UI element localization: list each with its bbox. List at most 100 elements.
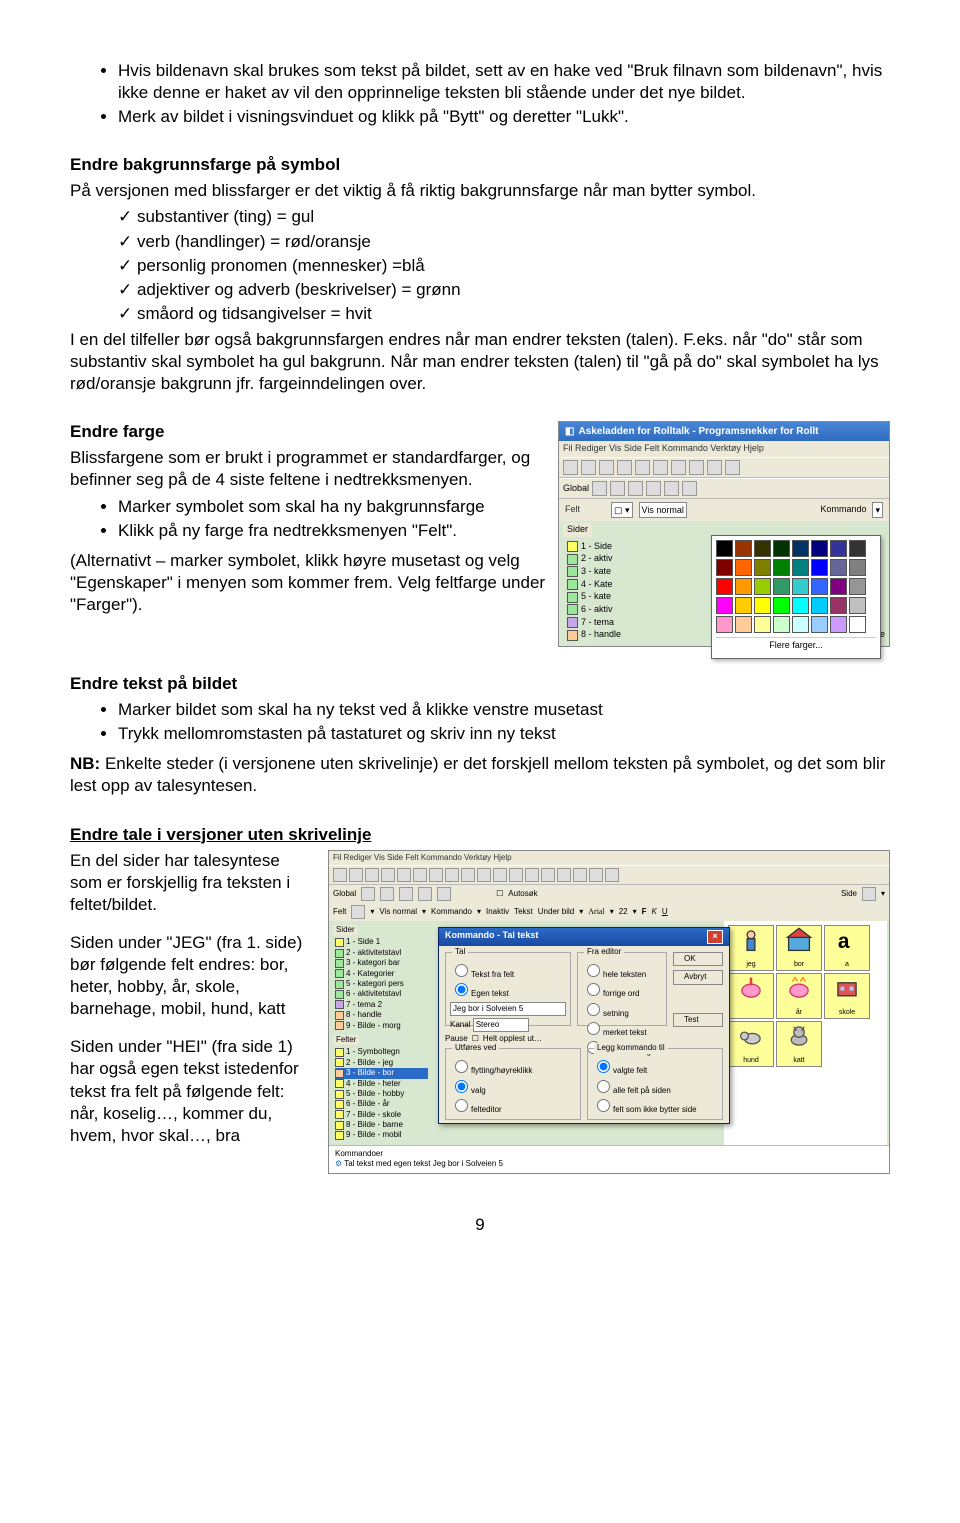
toolbar-btn[interactable] (689, 460, 704, 475)
radio-egen-tekst[interactable] (455, 983, 468, 996)
list-item[interactable]: 6 - aktiv (567, 604, 621, 616)
more-colors-button[interactable]: Flere farger... (716, 637, 876, 654)
menu-bar[interactable]: Fil Rediger Vis Side Felt Kommando Verkt… (329, 851, 889, 865)
global-row: Global ☐ Autosøk Side▾ (329, 885, 889, 903)
color-swatch[interactable] (773, 616, 790, 633)
color-swatch[interactable] (773, 559, 790, 576)
app-icon: ◧ (565, 425, 574, 438)
test-button[interactable]: Test (673, 1013, 723, 1027)
color-swatch[interactable] (716, 597, 733, 614)
color-swatch[interactable] (792, 559, 809, 576)
toolbar-btn[interactable] (599, 460, 614, 475)
toolbar-btn[interactable] (682, 481, 697, 496)
color-swatch[interactable] (849, 578, 866, 595)
toolbar-btn[interactable] (592, 481, 607, 496)
color-swatch[interactable] (754, 597, 771, 614)
toolbar-btn[interactable] (563, 460, 578, 475)
toolbar-2[interactable]: Global (559, 478, 889, 499)
color-swatch[interactable] (849, 540, 866, 557)
color-swatch[interactable] (811, 578, 828, 595)
toolbar-btn[interactable] (653, 460, 668, 475)
kommando-dropdown[interactable]: ▾ (872, 502, 883, 518)
color-swatch[interactable] (754, 559, 771, 576)
outro-bakgrunnsfarge: I en del tilfeller bør også bakgrunnsfar… (70, 329, 890, 395)
toolbar-btn[interactable] (617, 460, 632, 475)
color-swatch[interactable] (716, 578, 733, 595)
heading-endre-tekst: Endre tekst på bildet (70, 673, 890, 695)
toolbar-btn[interactable] (610, 481, 625, 496)
top-bullet-list: Hvis bildenavn skal brukes som tekst på … (70, 60, 890, 128)
toolbar-btn[interactable] (628, 481, 643, 496)
toolbar-btn[interactable] (581, 460, 596, 475)
color-swatch[interactable] (735, 616, 752, 633)
color-swatch[interactable] (716, 616, 733, 633)
vis-dropdown[interactable]: Vis normal (639, 502, 687, 518)
felt-color-dropdown[interactable]: ▢ ▾ (611, 502, 633, 518)
color-swatch[interactable] (754, 578, 771, 595)
toolbar-btn[interactable] (725, 460, 740, 475)
color-swatch[interactable] (716, 559, 733, 576)
color-swatch[interactable] (773, 578, 790, 595)
menu-bar[interactable]: Fil Rediger Vis Side Felt Kommando Verkt… (559, 441, 889, 457)
ok-button[interactable]: OK (673, 952, 723, 966)
color-swatch[interactable] (735, 540, 752, 557)
radio-tekst-fra-felt[interactable] (455, 964, 468, 977)
color-swatch[interactable] (792, 540, 809, 557)
toolbar-btn[interactable] (707, 460, 722, 475)
list-item[interactable]: 3 - kate (567, 566, 621, 578)
toolbar-btn[interactable] (671, 460, 686, 475)
color-swatch[interactable] (830, 559, 847, 576)
kommando-dialog: Kommando - Tal tekst× Tal Tekst fra felt… (438, 927, 730, 1124)
list-item: substantiver (ting) = gul (118, 206, 890, 228)
list-item[interactable]: 8 - handle (567, 629, 621, 641)
color-swatch[interactable] (716, 540, 733, 557)
list-item[interactable]: 4 - Kate (567, 579, 621, 591)
egen-tekst-field[interactable]: Jeg bor i Solveien 5 (450, 1002, 566, 1016)
color-swatch[interactable] (849, 559, 866, 576)
list-item: adjektiver og adverb (beskrivelser) = gr… (118, 279, 890, 301)
color-swatch[interactable] (830, 597, 847, 614)
list-item: personlig pronomen (mennesker) =blå (118, 255, 890, 277)
avbryt-button[interactable]: Avbryt (673, 970, 723, 984)
color-swatch[interactable] (773, 540, 790, 557)
close-icon[interactable]: × (707, 930, 723, 944)
page-number: 9 (70, 1214, 890, 1236)
color-swatch[interactable] (830, 578, 847, 595)
symbol-grid: jeg bor aa år skole hund katt (724, 921, 887, 1145)
felt-row: Felt▾ Vis normal▾ Kommando▾ Inaktiv Teks… (329, 903, 889, 921)
color-swatch[interactable] (792, 616, 809, 633)
color-swatch[interactable] (811, 540, 828, 557)
color-swatch[interactable] (811, 559, 828, 576)
screenshot-kommando-dialog: Fil Rediger Vis Side Felt Kommando Verkt… (328, 850, 890, 1174)
list-item[interactable]: 1 - Side (567, 541, 621, 553)
toolbar-btn[interactable] (646, 481, 661, 496)
color-swatch[interactable] (830, 540, 847, 557)
toolbar-btn[interactable] (664, 481, 679, 496)
color-palette-popup: Flere farger... (711, 535, 881, 659)
list-item: småord og tidsangivelser = hvit (118, 303, 890, 325)
color-swatch[interactable] (849, 597, 866, 614)
color-swatch[interactable] (754, 540, 771, 557)
color-swatch[interactable] (773, 597, 790, 614)
list-item: Hvis bildenavn skal brukes som tekst på … (118, 60, 890, 104)
color-swatch[interactable] (830, 616, 847, 633)
color-swatch[interactable] (735, 597, 752, 614)
color-swatch[interactable] (792, 597, 809, 614)
color-swatch[interactable] (792, 578, 809, 595)
felt-row: Felt ▢ ▾ Vis normal Kommando ▾ (559, 499, 889, 521)
list-item[interactable]: 7 - tema (567, 617, 621, 629)
toolbar[interactable] (329, 865, 889, 885)
color-swatch[interactable] (811, 616, 828, 633)
toolbar[interactable] (559, 457, 889, 478)
list-item[interactable]: 5 - kate (567, 591, 621, 603)
color-swatch[interactable] (735, 559, 752, 576)
screenshot-askeladden-colorpicker: ◧Askeladden for Rolltalk - Programsnekke… (558, 421, 890, 647)
color-swatch[interactable] (849, 616, 866, 633)
kommandoer-panel: Kommandoer ⚙ Tal tekst med egen tekst Je… (329, 1145, 889, 1173)
sider-list-left: 1 - Side 2 - aktiv 3 - kate 4 - Kate 5 -… (567, 541, 621, 643)
toolbar-btn[interactable] (635, 460, 650, 475)
color-swatch[interactable] (735, 578, 752, 595)
list-item[interactable]: 2 - aktiv (567, 553, 621, 565)
color-swatch[interactable] (754, 616, 771, 633)
color-swatch[interactable] (811, 597, 828, 614)
